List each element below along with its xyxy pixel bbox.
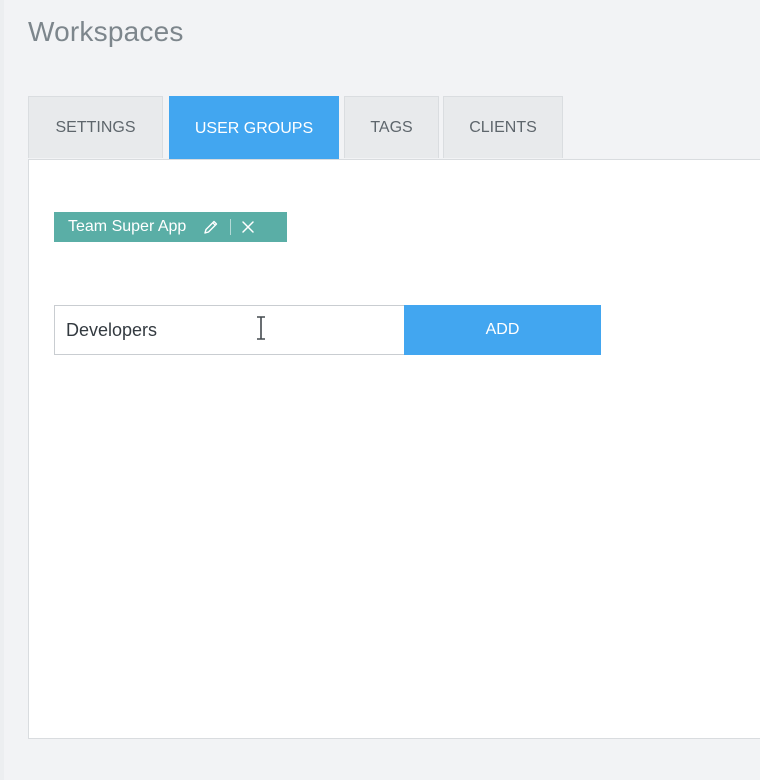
user-group-chip: Team Super App xyxy=(54,212,287,242)
close-icon[interactable] xyxy=(239,218,257,236)
tab-user-groups[interactable]: USER GROUPS xyxy=(169,96,339,160)
window-edge xyxy=(0,0,4,780)
add-group-button[interactable]: ADD xyxy=(404,305,601,355)
new-group-input[interactable] xyxy=(54,305,404,355)
user-groups-panel: Team Super App ADD xyxy=(28,159,760,739)
text-cursor-icon xyxy=(257,316,265,340)
tab-tags[interactable]: TAGS xyxy=(344,96,439,158)
tab-settings[interactable]: SETTINGS xyxy=(28,96,163,158)
tab-clients[interactable]: CLIENTS xyxy=(443,96,563,158)
pencil-icon[interactable] xyxy=(202,218,220,236)
workspaces-page: Workspaces SETTINGS USER GROUPS TAGS CLI… xyxy=(0,0,760,780)
user-group-chip-label: Team Super App xyxy=(68,218,187,235)
page-title: Workspaces xyxy=(28,16,184,47)
chip-divider xyxy=(230,219,232,235)
